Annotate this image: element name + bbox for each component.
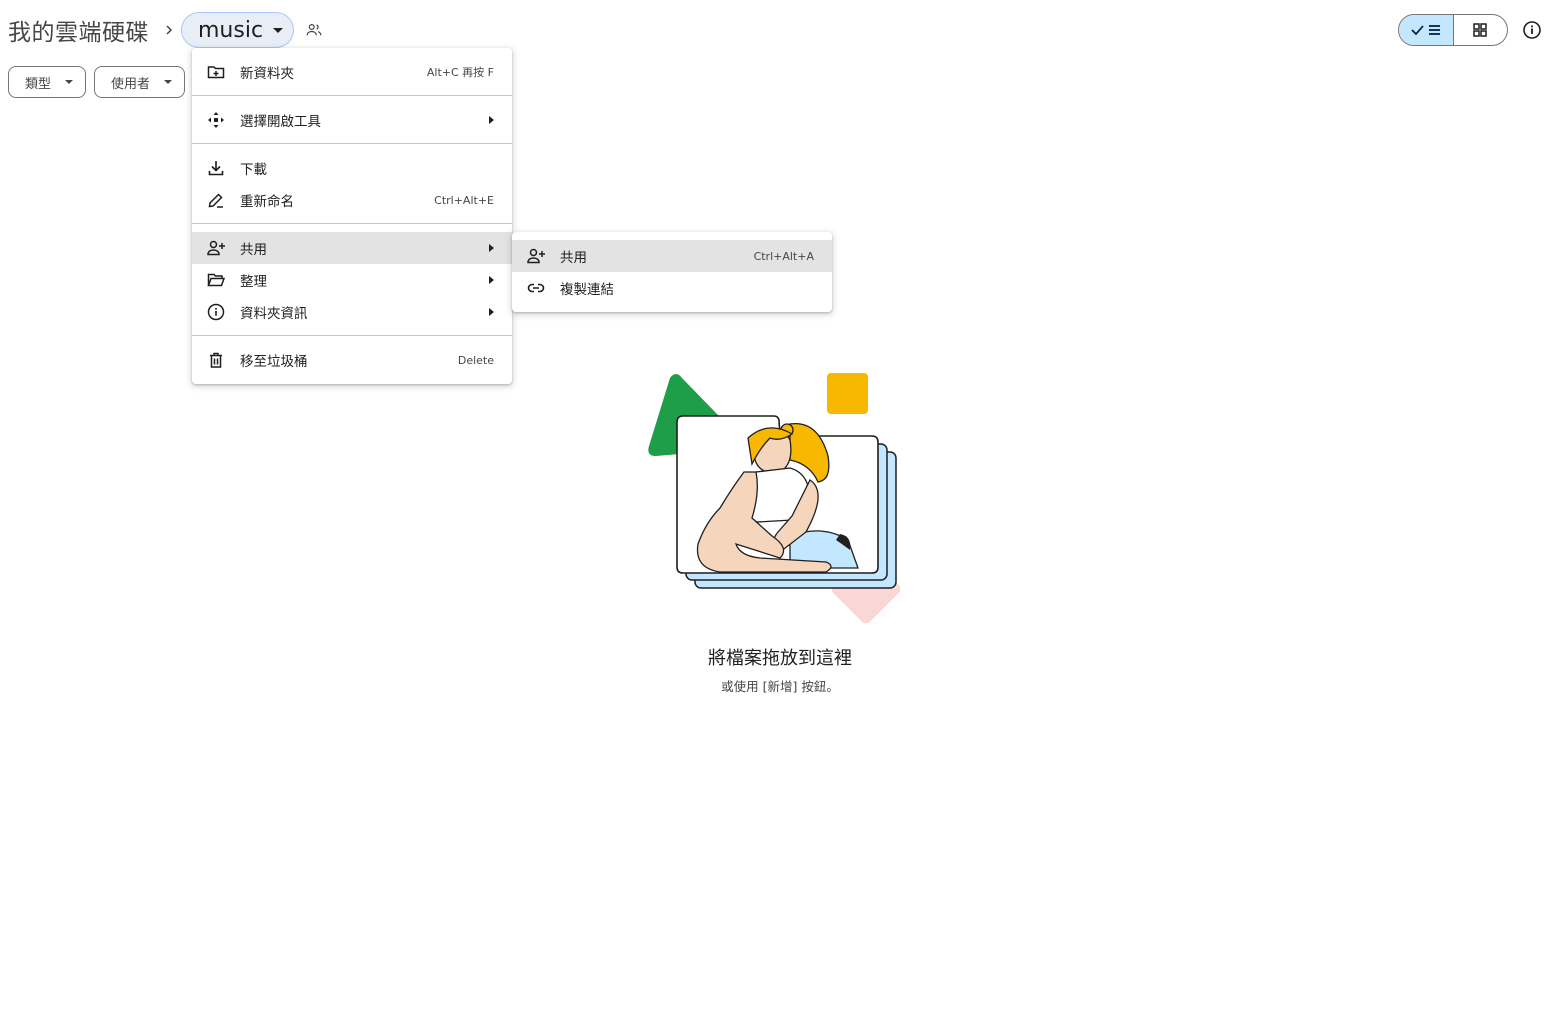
menu-divider	[192, 223, 512, 224]
caret-down-icon	[65, 80, 74, 84]
menu-item-label: 共用	[560, 250, 587, 266]
menu-item-label: 整理	[240, 274, 267, 290]
submenu-arrow-icon	[489, 116, 494, 124]
type-filter-label: 類型	[25, 76, 52, 92]
share-submenu: 共用 Ctrl+Alt+A 複製連結	[512, 232, 832, 312]
breadcrumb-current-label: music	[198, 17, 264, 43]
menu-item-download[interactable]: 下載	[192, 152, 512, 184]
link-icon	[526, 278, 546, 298]
menu-item-rename[interactable]: 重新命名 Ctrl+Alt+E	[192, 184, 512, 216]
trash-icon	[206, 350, 226, 370]
menu-item-organize[interactable]: 整理	[192, 264, 512, 296]
menu-item-label: 下載	[240, 162, 267, 178]
share-icon	[206, 238, 226, 258]
download-icon	[206, 158, 226, 178]
menu-item-new-folder[interactable]: 新資料夾 Alt+C 再按 F	[192, 56, 512, 88]
grid-view-button[interactable]	[1454, 15, 1508, 45]
folder-context-menu: 新資料夾 Alt+C 再按 F 選擇開啟工具 下載 重新命名 Ctrl+Alt+…	[192, 48, 512, 384]
menu-divider	[192, 335, 512, 336]
empty-state-title: 將檔案拖放到這裡	[708, 648, 852, 669]
submenu-arrow-icon	[489, 244, 494, 252]
menu-item-label: 資料夾資訊	[240, 306, 308, 322]
people-filter-chip[interactable]: 使用者	[94, 66, 186, 98]
caret-down-icon	[164, 80, 173, 84]
details-info-button[interactable]	[1520, 18, 1544, 42]
submenu-item-share[interactable]: 共用 Ctrl+Alt+A	[512, 240, 832, 272]
menu-item-shortcut: Ctrl+Alt+E	[434, 193, 494, 207]
breadcrumb-current-folder-button[interactable]: music	[181, 12, 295, 48]
caret-down-icon	[273, 27, 284, 33]
menu-item-move-to-trash[interactable]: 移至垃圾桶 Delete	[192, 344, 512, 376]
view-toggle	[1398, 14, 1508, 46]
menu-item-shortcut: Ctrl+Alt+A	[753, 249, 814, 263]
shared-people-icon[interactable]	[302, 18, 326, 42]
menu-item-folder-info[interactable]: 資料夾資訊	[192, 296, 512, 328]
menu-item-label: 選擇開啟工具	[240, 114, 321, 130]
rename-icon	[206, 190, 226, 210]
menu-item-label: 複製連結	[560, 282, 614, 298]
menu-item-share[interactable]: 共用	[192, 232, 512, 264]
open-with-icon	[206, 110, 226, 130]
menu-item-label: 移至垃圾桶	[240, 354, 308, 370]
submenu-arrow-icon	[489, 308, 494, 316]
chevron-right-icon	[159, 20, 179, 40]
breadcrumb: 我的雲端硬碟 music	[8, 10, 326, 50]
type-filter-chip[interactable]: 類型	[8, 66, 87, 98]
empty-state-subtitle: 或使用 [新增] 按鈕。	[721, 679, 839, 694]
breadcrumb-root[interactable]: 我的雲端硬碟	[8, 13, 159, 47]
organize-folder-icon	[206, 270, 226, 290]
list-view-button[interactable]	[1399, 15, 1454, 45]
menu-item-shortcut: Delete	[457, 353, 494, 367]
empty-state-illustration	[640, 368, 920, 632]
filter-chips: 類型 使用者	[8, 66, 186, 98]
menu-item-label: 新資料夾	[240, 66, 294, 82]
menu-item-shortcut: Alt+C 再按 F	[426, 66, 494, 79]
menu-item-label: 重新命名	[240, 194, 294, 210]
people-filter-label: 使用者	[111, 76, 151, 92]
menu-item-label: 共用	[240, 242, 267, 258]
new-folder-icon	[206, 62, 226, 82]
submenu-item-copy-link[interactable]: 複製連結	[512, 272, 832, 304]
menu-divider	[192, 95, 512, 96]
submenu-arrow-icon	[489, 276, 494, 284]
menu-divider	[192, 143, 512, 144]
share-icon	[526, 246, 546, 266]
info-icon	[206, 302, 226, 322]
menu-item-open-with[interactable]: 選擇開啟工具	[192, 104, 512, 136]
